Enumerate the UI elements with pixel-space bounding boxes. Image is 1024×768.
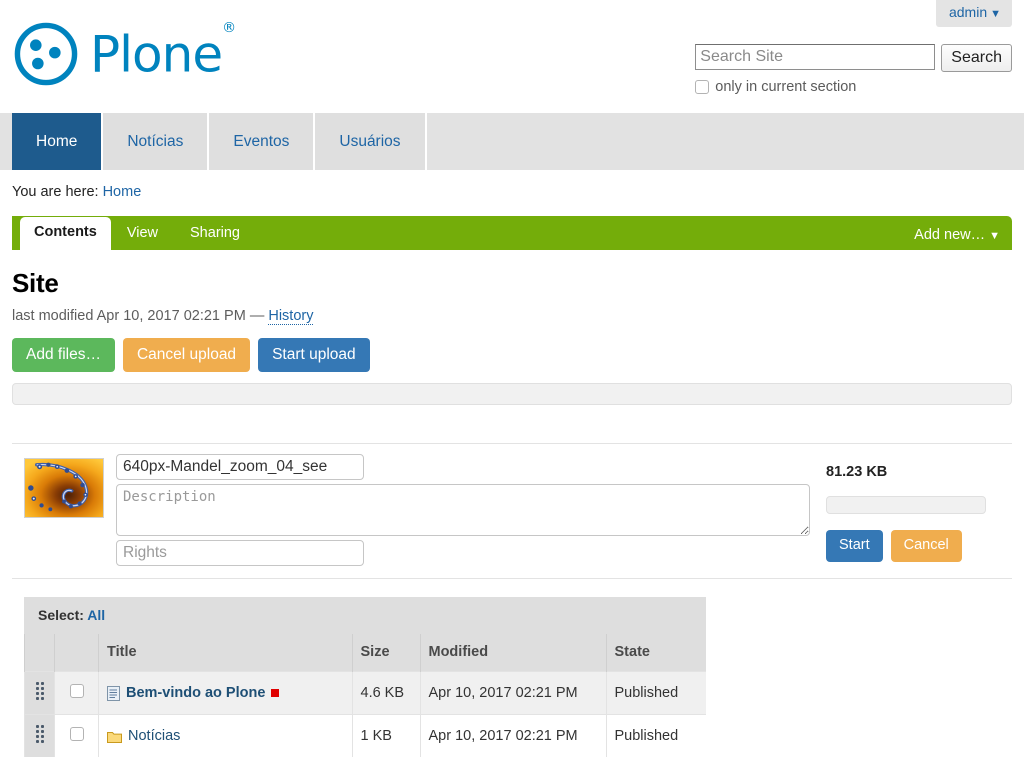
row-modified: Apr 10, 2017 02:21 PM (419, 714, 606, 757)
status-badge: Published (605, 714, 706, 757)
global-navigation: Home Notícias Eventos Usuários (0, 112, 1024, 170)
upload-start-button[interactable]: Start (826, 530, 883, 562)
site-logo[interactable]: Plone® (12, 20, 236, 88)
cancel-upload-button[interactable]: Cancel upload (122, 338, 251, 372)
upload-rights-input[interactable] (116, 540, 364, 566)
red-square-icon (271, 689, 280, 697)
nav-filler (426, 113, 1024, 170)
only-current-section-checkbox[interactable] (695, 80, 710, 94)
plone-wordmark: Plone® (90, 20, 236, 84)
upload-cancel-button[interactable]: Cancel (890, 530, 962, 562)
nav-item-noticias[interactable]: Notícias (103, 113, 210, 170)
tab-view[interactable]: View (111, 218, 174, 250)
row-size: 4.6 KB (351, 671, 420, 715)
tab-sharing[interactable]: Sharing (174, 218, 256, 250)
row-title-link[interactable]: Bem-vindo ao Plone (126, 685, 265, 701)
row-modified: Apr 10, 2017 02:21 PM (419, 671, 606, 715)
row-title-cell: Bem-vindo ao Plone (98, 671, 352, 715)
upload-item-buttons: Start Cancel (826, 530, 1012, 562)
chevron-down-icon: ▼ (990, 8, 1001, 20)
contents-table: Title Size Modified State Bem-vindo ao P… (24, 634, 706, 757)
upload-queue-item: 81.23 KB Start Cancel (12, 444, 1012, 579)
overall-upload-progressbar (12, 383, 1012, 405)
breadcrumb-item-home[interactable]: Home (103, 184, 142, 200)
search-button[interactable]: Search (941, 44, 1012, 72)
col-header-state[interactable]: State (605, 634, 706, 672)
row-select-cell (54, 671, 99, 715)
history-link[interactable]: History (268, 308, 314, 325)
personaltools-username: admin (948, 4, 988, 20)
mandelbrot-fractal-thumbnail-icon (24, 458, 104, 518)
col-header-title[interactable]: Title (98, 634, 352, 672)
nav-item-home[interactable]: Home (12, 113, 104, 170)
folder-icon (107, 731, 122, 743)
byline-separator: — (249, 308, 265, 324)
content-core: Site last modified Apr 10, 2017 02:21 PM… (0, 268, 1024, 757)
only-current-section-label[interactable]: only in current section (715, 79, 856, 95)
chevron-down-icon: ▼ (989, 230, 1000, 242)
row-title-link[interactable]: Notícias (128, 728, 180, 744)
status-badge: Published (605, 671, 706, 715)
upload-fields (116, 454, 826, 566)
search-input[interactable] (695, 44, 936, 70)
row-title-cell: Notícias (98, 714, 352, 757)
table-row: Notícias 1 KB Apr 10, 2017 02:21 PM Publ… (24, 714, 706, 757)
add-files-button[interactable]: Add files… (12, 338, 115, 372)
contents-table-head: Title Size Modified State (24, 634, 706, 672)
add-new-label: Add new… (914, 227, 986, 243)
row-drag-handle[interactable] (24, 671, 55, 715)
row-checkbox[interactable] (69, 727, 84, 741)
trademark-icon: ® (222, 19, 236, 36)
col-header-handle (24, 634, 55, 672)
select-all-link[interactable]: All (87, 607, 105, 623)
drag-handle-icon (35, 724, 45, 744)
searchbox: Search only in current section (695, 44, 1012, 95)
row-drag-handle[interactable] (24, 714, 55, 757)
col-header-size[interactable]: Size (351, 634, 420, 672)
search-options: only in current section (695, 79, 1012, 95)
tab-contents[interactable]: Contents (20, 217, 111, 250)
site-header: admin▼ Plone® Search only in current sec… (0, 0, 1024, 112)
upload-file-size: 81.23 KB (826, 464, 888, 480)
start-upload-button[interactable]: Start upload (258, 338, 370, 372)
content-views-tabbar: Contents View Sharing Add new… ▼ (12, 216, 1012, 250)
contents-table-body: Bem-vindo ao Plone 4.6 KB Apr 10, 2017 0… (24, 671, 706, 757)
row-select-cell (54, 714, 99, 757)
upload-description-input[interactable] (116, 484, 810, 536)
breadcrumb: You are here: Home (0, 170, 1024, 200)
col-header-modified[interactable]: Modified (419, 634, 606, 672)
nav-item-eventos[interactable]: Eventos (209, 113, 316, 170)
add-new-menu[interactable]: Add new… ▼ (914, 227, 1000, 243)
folder-contents-listing: Select: All Title Size Modified State Be… (24, 597, 706, 757)
upload-actions: Add files… Cancel upload Start upload (12, 338, 1012, 372)
upload-title-input[interactable] (116, 454, 364, 480)
byline-date: Apr 10, 2017 02:21 PM (96, 308, 246, 324)
upload-item-progressbar (826, 496, 986, 514)
personaltools-admin-menu[interactable]: admin ▼ (935, 0, 1012, 27)
document-icon (107, 685, 120, 701)
table-row: Bem-vindo ao Plone 4.6 KB Apr 10, 2017 0… (24, 671, 706, 715)
byline-prefix: last modified (12, 308, 94, 324)
col-header-select (54, 634, 99, 672)
drag-handle-icon (35, 681, 45, 701)
upload-queue: 81.23 KB Start Cancel (12, 443, 1012, 579)
search-line: Search (695, 44, 1012, 72)
row-size: 1 KB (351, 714, 420, 757)
breadcrumb-prefix: You are here: (12, 184, 99, 200)
table-header-row: Title Size Modified State (24, 634, 706, 672)
page-title: Site (12, 268, 59, 298)
plone-wordmark-text: Plone (90, 25, 223, 84)
document-byline: last modified Apr 10, 2017 02:21 PM — Hi… (12, 308, 1012, 325)
row-checkbox[interactable] (69, 684, 84, 698)
nav-item-usuarios[interactable]: Usuários (315, 113, 427, 170)
listing-select-bar: Select: All (24, 597, 706, 634)
select-prefix: Select: (38, 607, 84, 623)
upload-item-meta: 81.23 KB Start Cancel (826, 454, 1012, 562)
plone-logo-icon (14, 22, 78, 86)
